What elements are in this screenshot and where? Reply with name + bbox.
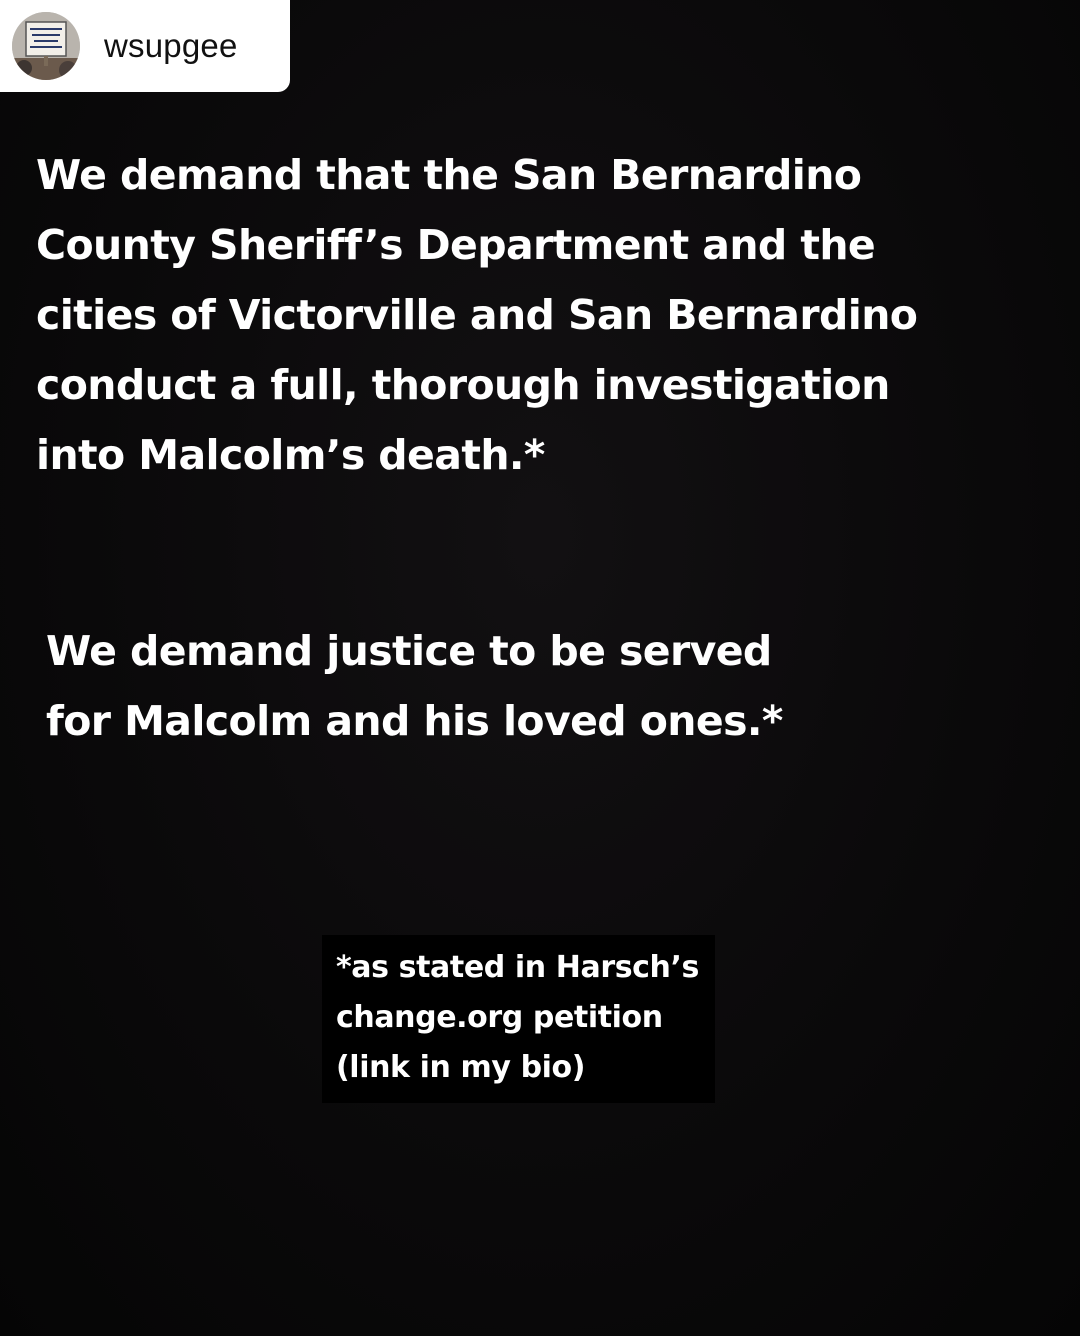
headline-line: We demand that the San Bernardino (36, 151, 862, 199)
footnote-line: (link in my bio) (336, 1050, 586, 1085)
footnote-box: *as stated in Harsch’s change.org petiti… (322, 935, 715, 1103)
headline-line: cities of Victorville and San Bernardino (36, 291, 918, 339)
headline-line: County Sheriff’s Department and the (36, 221, 876, 269)
headline-line: into Malcolm’s death.* (36, 431, 545, 479)
footnote-line: change.org petition (336, 1000, 663, 1035)
headline-line: conduct a full, thorough investigation (36, 361, 890, 409)
justice-statement: We demand justice to be served for Malco… (46, 616, 946, 756)
repost-header[interactable]: wsupgee (0, 0, 290, 92)
headline-text: We demand that the San Bernardino County… (36, 140, 1066, 490)
justice-statement-line: We demand justice to be served (46, 627, 772, 675)
justice-statement-line: for Malcolm and his loved ones.* (46, 697, 783, 745)
repost-image: wsupgee We demand that the San Bernardin… (0, 0, 1080, 1336)
repost-username[interactable]: wsupgee (104, 27, 238, 65)
footnote-line: *as stated in Harsch’s (336, 950, 699, 985)
protest-sign-avatar-icon[interactable] (12, 12, 80, 80)
